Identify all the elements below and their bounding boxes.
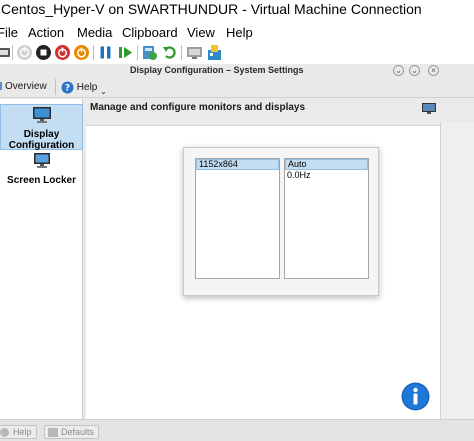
svg-text:?: ?	[65, 84, 70, 94]
help-button-icon	[0, 428, 9, 437]
display-icon	[32, 107, 51, 123]
kde-window-title: Display Configuration – System Settings	[130, 65, 304, 75]
help-icon: ?	[61, 81, 74, 94]
zoom-icon[interactable]	[206, 44, 223, 61]
screen-locker-icon	[33, 153, 50, 168]
turn-off-icon[interactable]	[35, 44, 52, 61]
refresh-rate-list[interactable]: Auto 0.0Hz	[284, 158, 369, 279]
pause-icon[interactable]	[97, 44, 114, 61]
host-toolbar	[0, 42, 474, 64]
help-label: Help	[76, 82, 98, 94]
menu-view[interactable]: View	[187, 25, 215, 40]
ctrl-alt-del-icon[interactable]	[0, 44, 11, 61]
sidebar-item-screen-locker[interactable]: Screen Locker	[0, 152, 83, 188]
toolbar-separator	[137, 45, 138, 60]
sidebar-item-display-configuration[interactable]: Display Configuration	[0, 104, 83, 151]
defaults-button[interactable]: Defaults	[44, 425, 100, 439]
menu-media[interactable]: Media	[77, 25, 112, 40]
shut-down-icon[interactable]	[54, 44, 71, 61]
kde-help-chevron-icon[interactable]: ⌄	[393, 65, 404, 76]
kde-titlebar: Display Configuration – System Settings …	[0, 64, 474, 78]
kde-close-icon[interactable]: ×	[428, 65, 439, 76]
sidebar-label-line2: Configuration	[8, 140, 75, 151]
toolbar-separator	[93, 45, 94, 60]
sidebar-label-line1: Screen Locker	[7, 175, 76, 186]
help-button-label: Help	[13, 427, 32, 437]
menu-action[interactable]: Action	[28, 25, 64, 40]
help-button[interactable]: Help	[0, 425, 37, 439]
revert-icon[interactable]	[162, 44, 179, 61]
checkpoint-icon[interactable]	[141, 44, 158, 61]
defaults-button-label: Defaults	[61, 427, 95, 437]
menu-help[interactable]: Help	[226, 25, 253, 40]
right-scroll-area	[440, 122, 474, 419]
info-icon[interactable]	[401, 382, 430, 411]
host-menubar: File Action Media Clipboard View Help	[0, 21, 474, 42]
defaults-icon	[48, 428, 58, 437]
resolution-list[interactable]: 1152x864	[195, 158, 280, 279]
menu-clipboard[interactable]: Clipboard	[122, 25, 178, 40]
toolbar-separator	[12, 45, 13, 60]
enhanced-session-icon[interactable]	[186, 44, 203, 61]
kde-minimize-icon[interactable]: ⌄	[409, 65, 420, 76]
resume-icon[interactable]	[117, 44, 134, 61]
help-menu-button[interactable]: ? Help ⌄	[61, 81, 107, 97]
overview-button[interactable]: Overview	[0, 81, 47, 92]
kde-toolbar: Overview ? Help ⌄	[0, 78, 474, 98]
kde-button-bar: Help Defaults	[0, 419, 474, 441]
refresh-rate-option[interactable]: Auto	[285, 159, 368, 170]
overview-icon	[0, 82, 2, 91]
resolution-dropdown: 1152x864 Auto 0.0Hz	[183, 147, 379, 296]
overview-label: Overview	[5, 81, 47, 92]
start-icon[interactable]	[16, 44, 33, 61]
menu-file[interactable]: File	[0, 25, 18, 40]
refresh-rate-option[interactable]: 0.0Hz	[285, 170, 368, 181]
resolution-option[interactable]: 1152x864	[196, 159, 279, 170]
chevron-down-icon: ⌄	[100, 87, 107, 97]
host-titlebar: Centos_Hyper-V on SWARTHUNDUR - Virtual …	[0, 0, 474, 21]
page-title: Manage and configure monitors and displa…	[90, 102, 306, 113]
save-icon[interactable]	[73, 44, 90, 61]
toolbar-separator	[55, 79, 56, 95]
monitor-icon	[422, 103, 436, 114]
toolbar-separator	[181, 45, 182, 60]
window-title: Centos_Hyper-V on SWARTHUNDUR - Virtual …	[1, 1, 422, 17]
sidebar-label-line1: Display	[23, 129, 60, 140]
sidebar: Display Configuration Screen Locker	[0, 99, 83, 419]
